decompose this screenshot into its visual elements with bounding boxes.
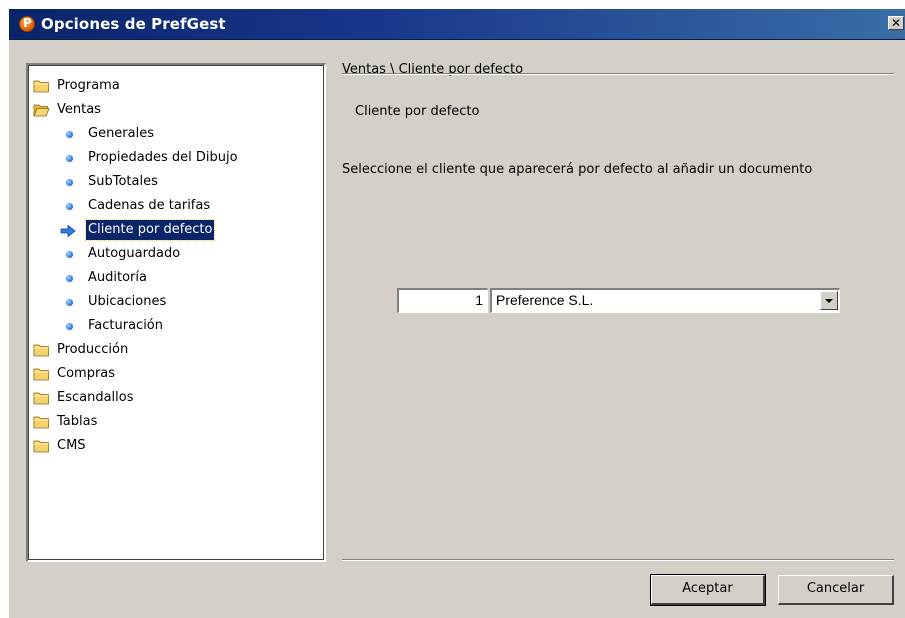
tree-item[interactable]: Propiedades del Dibujo [28, 148, 318, 168]
client-select[interactable]: Preference S.L. [490, 288, 840, 313]
tree-item[interactable]: Tablas [28, 412, 318, 432]
tree-item-label: Programa [57, 78, 120, 93]
tree-item-label: CMS [57, 438, 86, 453]
tree-item[interactable]: Autoguardado [28, 244, 318, 264]
tree-item-label: Generales [88, 126, 155, 141]
folder-icon [33, 343, 50, 357]
tree-item-label: Cliente por defecto [84, 219, 216, 241]
tree-item-label: Facturación [88, 318, 163, 333]
tree-item[interactable]: Generales [28, 124, 318, 144]
tree-item-label: Tablas [57, 414, 98, 429]
tree-item[interactable]: Auditoría [28, 268, 318, 288]
window-title: Opciones de PrefGest [41, 15, 226, 33]
tree-item-label: Propiedades del Dibujo [88, 150, 238, 165]
tree-item-label: Ventas [57, 102, 101, 117]
group-divider [342, 73, 894, 74]
bullet-icon [66, 323, 73, 330]
tree-item-label: Ubicaciones [88, 294, 167, 309]
bullet-icon [66, 203, 73, 210]
tree-item[interactable]: Producción [28, 340, 318, 360]
tree-item-label: Cadenas de tarifas [88, 198, 211, 213]
section-breadcrumb: Ventas \ Cliente por defecto [342, 62, 532, 77]
title-bar[interactable]: Opciones de PrefGest ✕ [9, 9, 905, 40]
bullet-icon [66, 179, 73, 186]
accept-button[interactable]: Aceptar [650, 574, 766, 606]
arrow-right-icon [60, 224, 76, 238]
tree-item[interactable]: CMS [28, 436, 318, 456]
folder-icon [33, 415, 50, 429]
folder-icon [33, 391, 50, 405]
folder-icon [33, 439, 50, 453]
tree-item-label: Auditoría [88, 270, 147, 285]
tree-item[interactable]: Facturación [28, 316, 318, 336]
close-button[interactable]: ✕ [888, 16, 904, 30]
section-description: Seleccione el cliente que aparecerá por … [342, 162, 813, 177]
client-select-value: Preference S.L. [496, 292, 594, 308]
tree-item[interactable]: Ubicaciones [28, 292, 318, 312]
folder-icon [33, 367, 50, 381]
section-heading: Cliente por defecto [355, 104, 480, 119]
tree-item[interactable]: Compras [28, 364, 318, 384]
tree-item[interactable]: Programa [28, 76, 318, 96]
bullet-icon [66, 131, 73, 138]
tree-item-label: Producción [57, 342, 129, 357]
folder-open-icon [33, 103, 50, 117]
bullet-icon [66, 251, 73, 258]
tree-item-label: Autoguardado [88, 246, 181, 261]
tree-item[interactable]: Escandallos [28, 388, 318, 408]
footer-separator [342, 559, 894, 560]
chevron-down-icon[interactable] [820, 291, 838, 310]
bullet-icon [66, 299, 73, 306]
bullet-icon [66, 275, 73, 282]
tree-item-label: Compras [57, 366, 116, 381]
cancel-button[interactable]: Cancelar [778, 575, 894, 605]
folder-icon [33, 79, 50, 93]
client-code-field[interactable]: 1 [397, 288, 488, 313]
prefgest-app-icon [19, 16, 35, 32]
tree-item-label: Escandallos [57, 390, 134, 405]
tree-item[interactable]: Cadenas de tarifas [28, 196, 318, 216]
tree-item[interactable]: Cliente por defecto [28, 219, 318, 241]
bullet-icon [66, 155, 73, 162]
tree-item-label: SubTotales [88, 174, 158, 189]
tree-item[interactable]: Ventas [28, 100, 318, 120]
tree-item[interactable]: SubTotales [28, 172, 318, 192]
options-tree[interactable]: Programa Ventas Generales Propiedades del D… [26, 63, 326, 562]
